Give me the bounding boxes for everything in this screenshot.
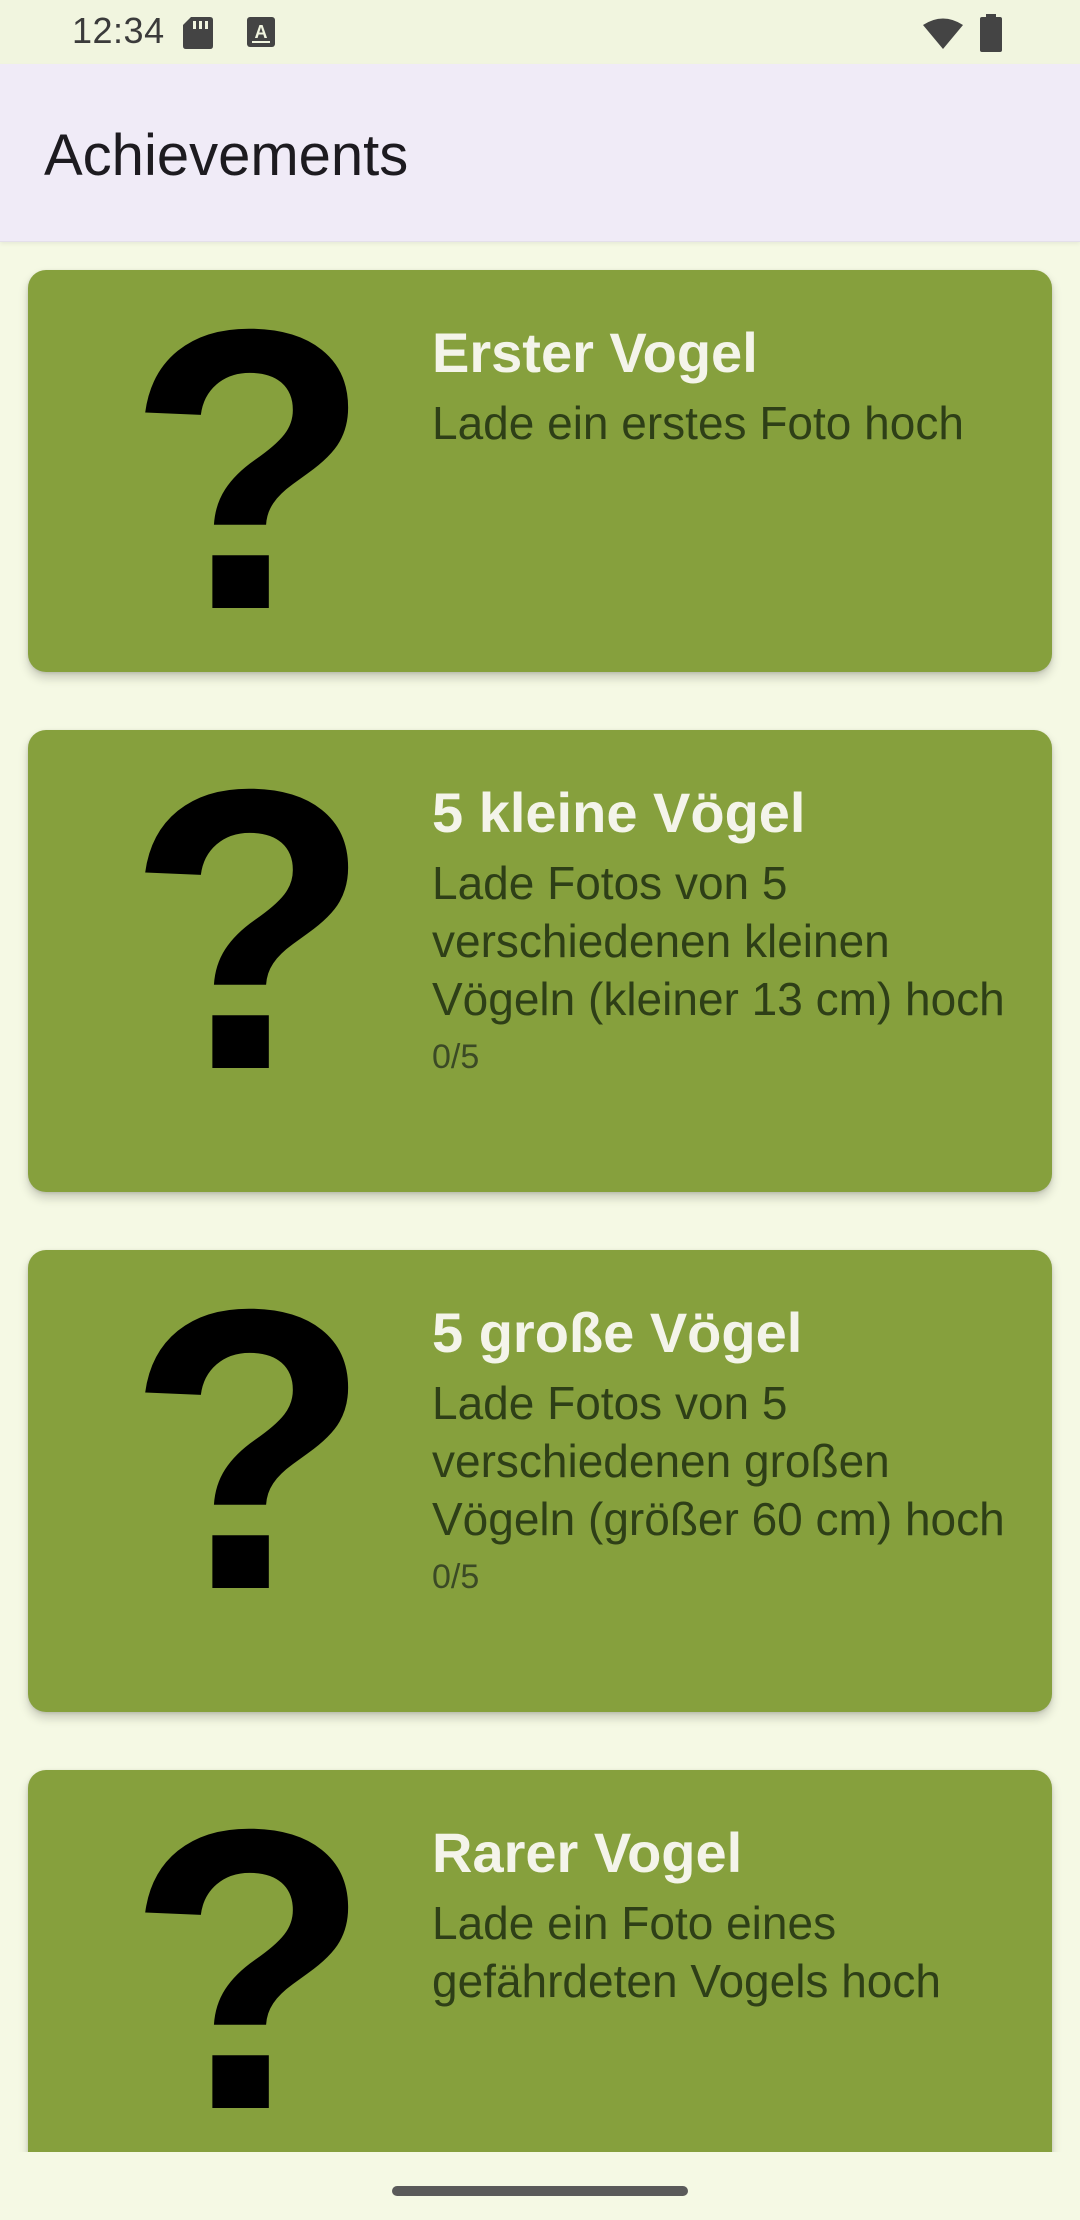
achievement-text: 5 kleine Vögel Lade Fotos von 5 verschie… — [432, 780, 1022, 1077]
achievement-text: Erster Vogel Lade ein erstes Foto hoch — [432, 320, 1022, 452]
achievement-card[interactable]: ? Erster Vogel Lade ein erstes Foto hoch — [28, 270, 1052, 672]
achievement-progress: 0/5 — [432, 1038, 480, 1076]
achievement-title: 5 große Vögel — [432, 1301, 803, 1364]
home-gesture-handle[interactable] — [392, 2186, 688, 2196]
keyboard-a-icon: A — [247, 17, 275, 47]
achievement-progress: 0/5 — [432, 1558, 480, 1596]
status-bar: 12:34 A — [0, 0, 1080, 64]
top-app-bar: Achievements — [0, 64, 1080, 242]
question-mark-icon: ? — [127, 1290, 371, 1610]
svg-text:A: A — [255, 22, 268, 42]
achievement-description: Lade ein erstes Foto hoch — [432, 397, 964, 449]
achievement-title: Erster Vogel — [432, 321, 758, 384]
achievement-text: Rarer Vogel Lade ein Foto eines gefährde… — [432, 1820, 1022, 2010]
question-mark-icon: ? — [127, 1810, 371, 2130]
question-mark-icon: ? — [127, 310, 371, 630]
svg-text:?: ? — [127, 1810, 371, 2130]
achievement-text: 5 große Vögel Lade Fotos von 5 verschied… — [432, 1300, 1022, 1597]
achievement-title: 5 kleine Vögel — [432, 781, 806, 844]
question-mark-icon: ? — [127, 770, 371, 1090]
svg-text:?: ? — [127, 1290, 371, 1610]
achievement-card[interactable]: ? 5 große Vögel Lade Fotos von 5 verschi… — [28, 1250, 1052, 1712]
svg-text:?: ? — [127, 310, 371, 630]
achievements-list[interactable]: ? Erster Vogel Lade ein erstes Foto hoch… — [0, 242, 1080, 2152]
status-time: 12:34 — [72, 10, 165, 51]
achievement-card[interactable]: ? Rarer Vogel Lade ein Foto eines gefähr… — [28, 1770, 1052, 2152]
sd-card-icon — [183, 17, 213, 49]
navigation-bar — [0, 2152, 1080, 2220]
achievement-card[interactable]: ? 5 kleine Vögel Lade Fotos von 5 versch… — [28, 730, 1052, 1192]
achievement-description: Lade ein Foto eines gefährdeten Vogels h… — [432, 1897, 941, 2007]
battery-icon — [980, 14, 1002, 52]
achievement-description: Lade Fotos von 5 verschiedenen kleinen V… — [432, 857, 1005, 1025]
page-title: Achievements — [44, 123, 409, 188]
svg-text:?: ? — [127, 770, 371, 1090]
achievement-title: Rarer Vogel — [432, 1821, 743, 1884]
wifi-icon — [923, 18, 963, 49]
achievement-description: Lade Fotos von 5 verschiedenen großen Vö… — [432, 1377, 1005, 1545]
